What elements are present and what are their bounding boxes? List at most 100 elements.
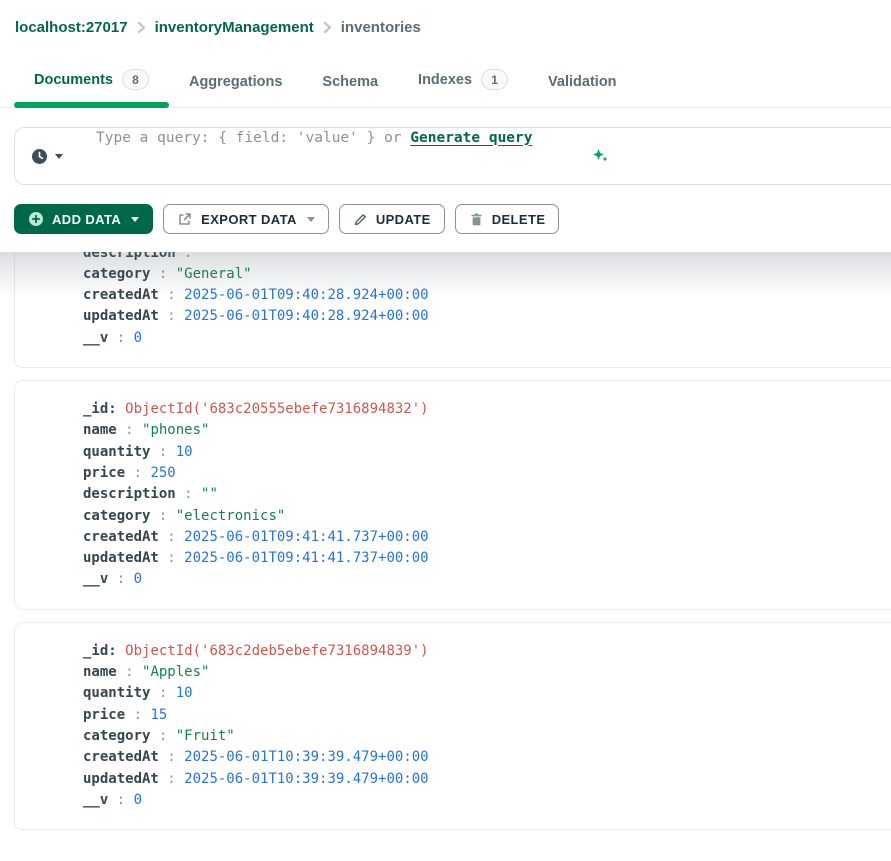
chevron-down-icon [131,217,139,222]
field-value: 2025-06-01T09:40:28.924+00:00 [184,308,428,324]
field-separator: : [159,749,184,765]
sparkle-icon [540,131,609,184]
field-separator: : [159,550,184,566]
field-value: 0 [134,571,142,587]
field-separator: : [159,308,184,324]
tab-validation[interactable]: Validation [528,61,637,107]
breadcrumb-item-localhost-27017[interactable]: localhost:27017 [15,19,128,36]
tab-aggregations[interactable]: Aggregations [169,61,302,107]
crud-toolbar: ADD DATA EXPORT DATA UPDATE [14,204,891,234]
document-field-row: _id: ObjectId('683c2deb5ebefe7316894839'… [83,641,891,662]
document-field-row: __v : 0 [83,328,891,349]
breadcrumb: localhost:27017 inventoryManagement inve… [0,0,891,36]
document-field-row: name : "phones" [83,420,891,441]
document-field-row: description : "" [83,484,891,505]
field-name: createdAt [83,287,159,303]
field-value: 2025-06-01T09:40:28.924+00:00 [184,287,428,303]
tab-schema[interactable]: Schema [302,61,398,107]
breadcrumb-item-inventories[interactable]: inventories [341,19,421,36]
field-name: _id [83,643,108,659]
breadcrumb-item-inventorymanagement[interactable]: inventoryManagement [155,19,314,36]
field-value: 2025-06-01T09:41:41.737+00:00 [184,529,428,545]
field-name: updatedAt [83,308,159,324]
pencil-icon [353,212,368,227]
document-field-row: category : "General" [83,264,891,285]
field-separator: : [108,643,125,659]
document-field-row: updatedAt : 2025-06-01T10:39:39.479+00:0… [83,769,891,790]
field-name: description [83,486,176,502]
chevron-right-icon [137,21,146,34]
field-separator: : [108,401,125,417]
field-value: "" [201,252,218,261]
field-separator: : [150,266,175,282]
document-list[interactable]: quantity : 10 price : 50 description : "… [0,252,891,861]
field-separator: : [108,792,133,808]
field-separator: : [125,465,150,481]
field-separator: : [108,571,133,587]
field-name: updatedAt [83,550,159,566]
document-field-row: __v : 0 [83,790,891,811]
add-data-button[interactable]: ADD DATA [14,204,153,234]
field-name: createdAt [83,529,159,545]
field-name: quantity [83,685,150,701]
document-field-row: price : 250 [83,463,891,484]
document-card[interactable]: _id: ObjectId('683c2deb5ebefe7316894839'… [14,622,891,830]
field-value: 0 [134,792,142,808]
document-field-row: _id: ObjectId('683c20555ebefe7316894832'… [83,399,891,420]
tab-indexes[interactable]: Indexes 1 [398,56,528,107]
document-card[interactable]: _id: ObjectId('683c20555ebefe7316894832'… [14,380,891,610]
chevron-down-icon [307,217,315,222]
field-separator: : [150,508,175,524]
field-name: category [83,508,150,524]
field-value: ObjectId('683c2deb5ebefe7316894839') [125,643,428,659]
tab-badge: 8 [122,69,149,90]
tab-documents[interactable]: Documents 8 [14,56,169,107]
field-separator: : [150,685,175,701]
tab-label: Schema [322,74,378,90]
document-field-row: createdAt : 2025-06-01T09:40:28.924+00:0… [83,285,891,306]
field-separator: : [150,444,175,460]
document-field-row: category : "Fruit" [83,726,891,747]
field-name: _id [83,401,108,417]
field-separator: : [159,287,184,303]
field-name: category [83,728,150,744]
document-field-row: name : "Apples" [83,662,891,683]
query-bar[interactable]: Type a query: { field: 'value' } or Gene… [14,127,891,185]
export-data-button[interactable]: EXPORT DATA [163,204,329,234]
document-card[interactable]: quantity : 10 price : 50 description : "… [14,252,891,368]
tab-label: Indexes [418,72,472,88]
field-value: "General" [176,266,252,282]
clock-icon [31,148,48,165]
field-separator: : [176,252,201,261]
field-name: name [83,664,117,680]
field-separator: : [117,664,142,680]
export-icon [177,211,193,227]
generate-query-link[interactable]: Generate query [410,130,532,146]
field-value: "phones" [142,422,209,438]
document-field-row: createdAt : 2025-06-01T09:41:41.737+00:0… [83,527,891,548]
tab-badge: 1 [481,69,508,90]
field-value: "Fruit" [176,728,235,744]
delete-button[interactable]: DELETE [455,204,560,234]
document-field-row: createdAt : 2025-06-01T10:39:39.479+00:0… [83,747,891,768]
field-name: name [83,422,117,438]
field-name: __v [83,330,108,346]
query-placeholder-text: Type a query: { field: 'value' } or [96,130,410,146]
field-value: 2025-06-01T10:39:39.479+00:00 [184,749,428,765]
query-input[interactable]: Type a query: { field: 'value' } or Gene… [96,130,609,183]
plus-circle-icon [28,211,44,227]
field-name: description [83,252,176,261]
field-name: createdAt [83,749,159,765]
field-name: quantity [83,444,150,460]
tab-label: Documents [34,72,113,88]
field-separator: : [159,529,184,545]
field-name: __v [83,571,108,587]
field-value: "" [201,486,218,502]
field-value: "electronics" [176,508,286,524]
field-separator: : [159,771,184,787]
field-name: category [83,266,150,282]
chevron-right-icon [323,21,332,34]
query-history-button[interactable] [29,144,65,169]
document-field-row: quantity : 10 [83,442,891,463]
update-button[interactable]: UPDATE [339,204,445,234]
